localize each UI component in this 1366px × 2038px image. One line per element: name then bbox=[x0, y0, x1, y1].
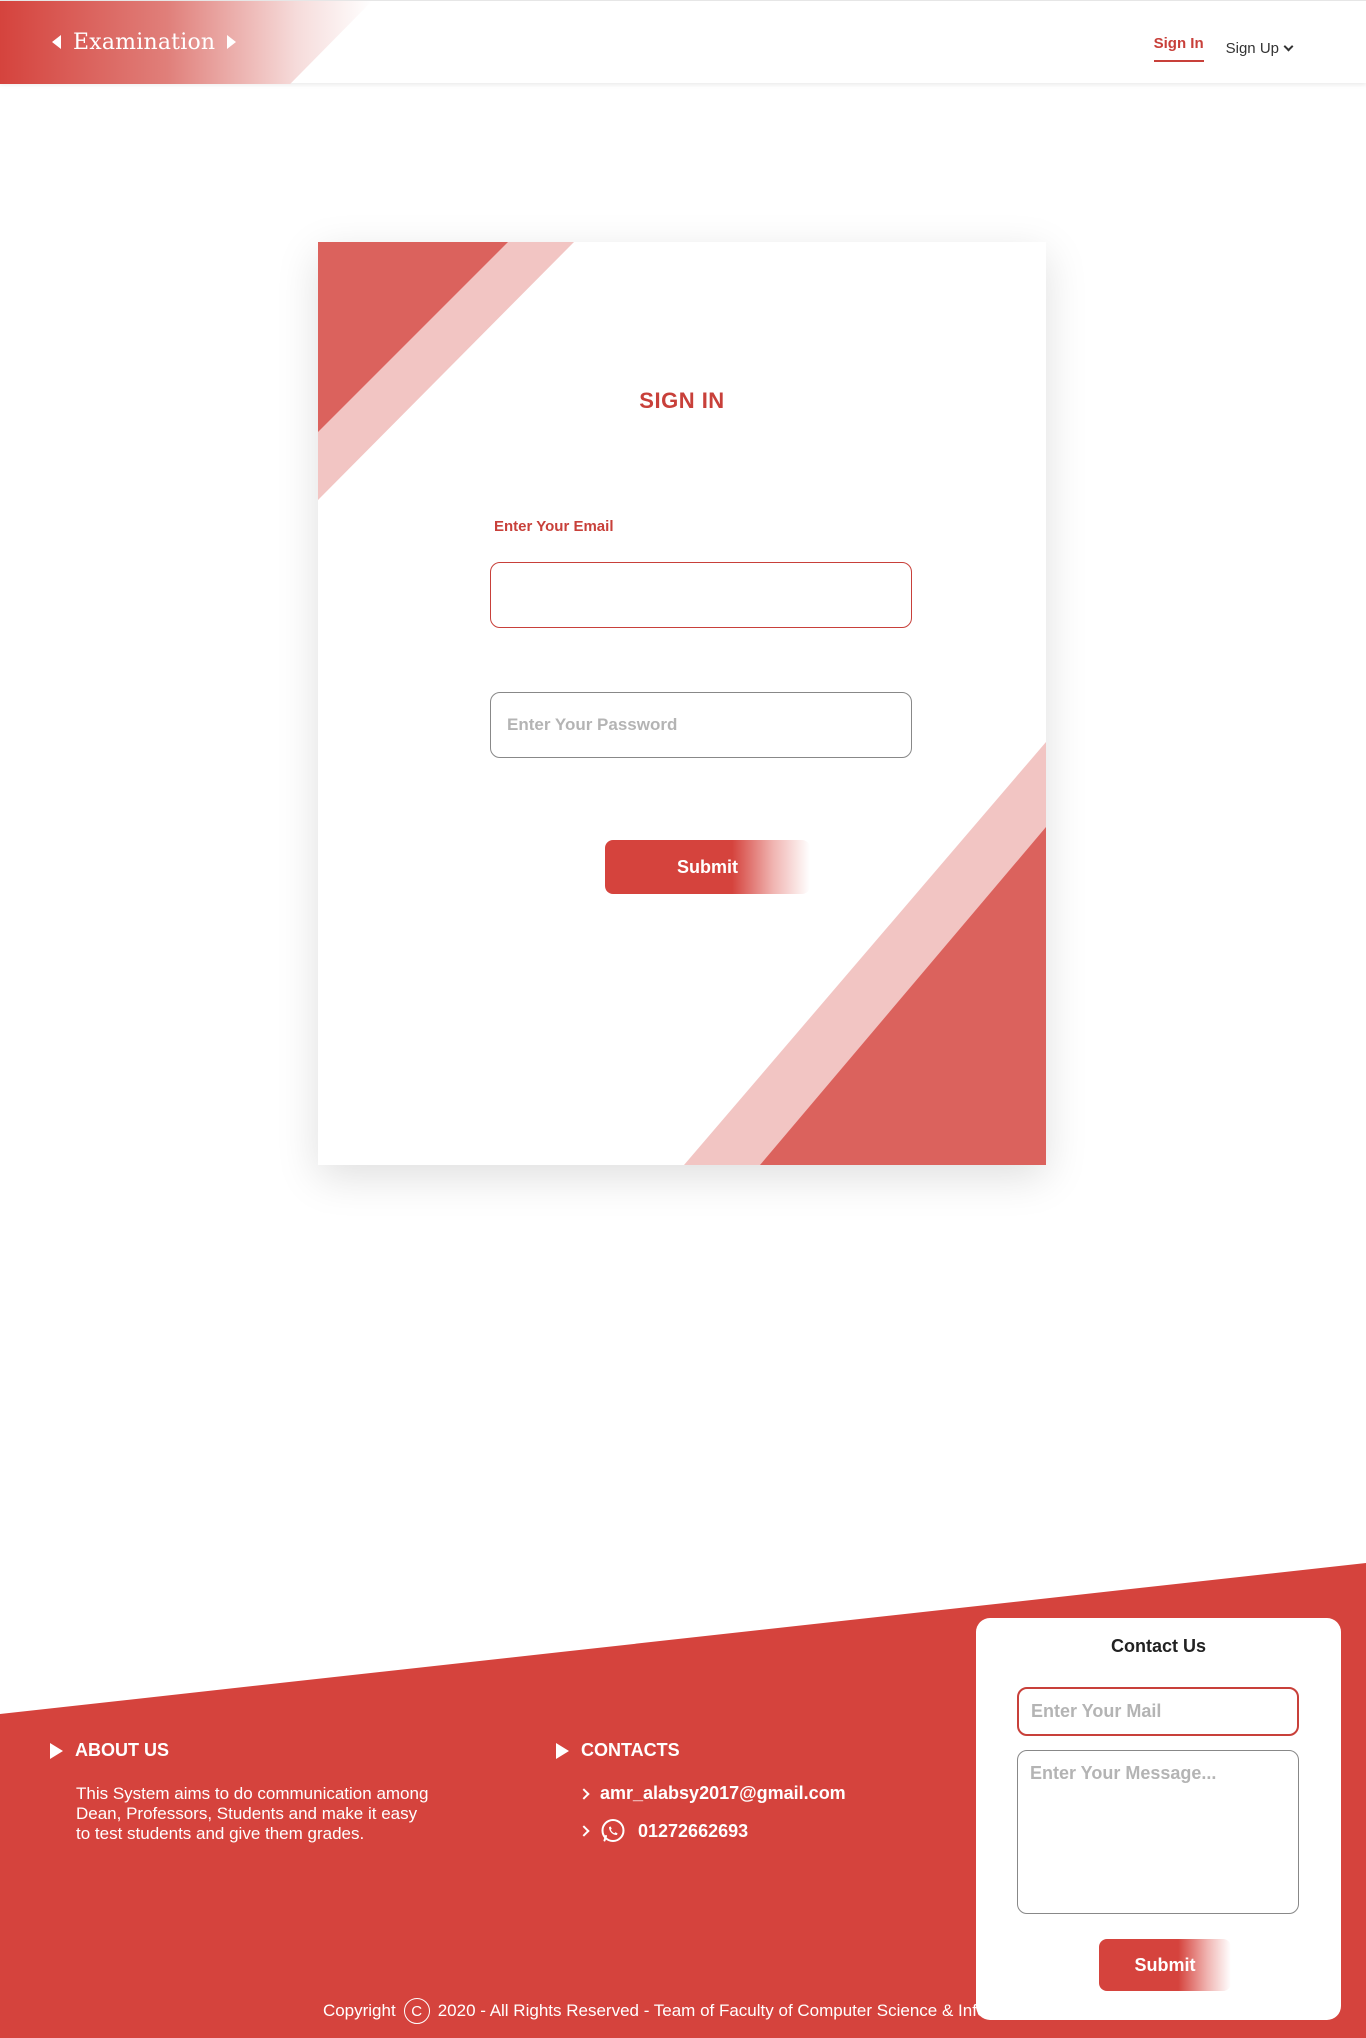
password-field[interactable] bbox=[490, 692, 912, 758]
main-nav: Sign In Sign Up bbox=[1153, 35, 1294, 62]
whatsapp-icon bbox=[601, 1819, 625, 1842]
nav-sign-up-label: Sign Up bbox=[1225, 40, 1279, 57]
email-label: Enter Your Email bbox=[494, 518, 614, 535]
copyright-text: 2020 - All Rights Reserved - Team of Fac… bbox=[437, 2001, 1044, 2020]
about-us-heading: ABOUT US bbox=[50, 1740, 169, 1761]
brand-title: Examination bbox=[73, 29, 216, 55]
play-icon bbox=[556, 1742, 569, 1759]
play-icon bbox=[50, 1742, 63, 1759]
contact-email-row[interactable]: amr_alabsy2017@gmail.com bbox=[578, 1783, 846, 1804]
chevron-right-icon bbox=[578, 1825, 590, 1837]
nav-sign-in[interactable]: Sign In bbox=[1153, 35, 1204, 62]
nav-sign-up[interactable]: Sign Up bbox=[1225, 35, 1294, 62]
caret-right-icon bbox=[227, 35, 237, 49]
signin-title: SIGN IN bbox=[639, 388, 725, 413]
signin-submit-button[interactable]: Submit bbox=[605, 840, 810, 894]
contacts-heading: CONTACTS bbox=[556, 1740, 680, 1761]
contact-phone-row[interactable]: 01272662693 bbox=[578, 1818, 748, 1844]
contact-us-panel: Contact Us Submit bbox=[976, 1618, 1341, 2020]
contacts-title: CONTACTS bbox=[581, 1740, 680, 1760]
email-field[interactable] bbox=[490, 562, 912, 628]
contact-phone[interactable]: 01272662693 bbox=[638, 1821, 748, 1842]
contact-submit-button[interactable]: Submit bbox=[1099, 1939, 1231, 1991]
copyright-bar: Copyright C 2020 - All Rights Reserved -… bbox=[0, 1998, 1366, 2024]
chevron-down-icon bbox=[1283, 41, 1294, 52]
contact-email[interactable]: amr_alabsy2017@gmail.com bbox=[600, 1783, 846, 1804]
top-header: Examination Sign In Sign Up bbox=[0, 0, 1366, 84]
about-us-title: ABOUT US bbox=[75, 1740, 169, 1760]
contact-message-input[interactable] bbox=[1017, 1750, 1299, 1914]
signin-card: SIGN IN Enter Your Email Submit bbox=[318, 242, 1046, 1165]
contact-mail-input[interactable] bbox=[1017, 1687, 1299, 1736]
brand[interactable]: Examination bbox=[52, 25, 237, 59]
caret-left-icon bbox=[52, 35, 61, 49]
copyright-icon: C bbox=[403, 1998, 430, 2024]
chevron-right-icon bbox=[578, 1787, 590, 1800]
copyright-prefix: Copyright bbox=[322, 2001, 396, 2020]
about-us-text: This System aims to do communication amo… bbox=[76, 1784, 429, 1843]
contact-us-title: Contact Us bbox=[1110, 1636, 1206, 1656]
